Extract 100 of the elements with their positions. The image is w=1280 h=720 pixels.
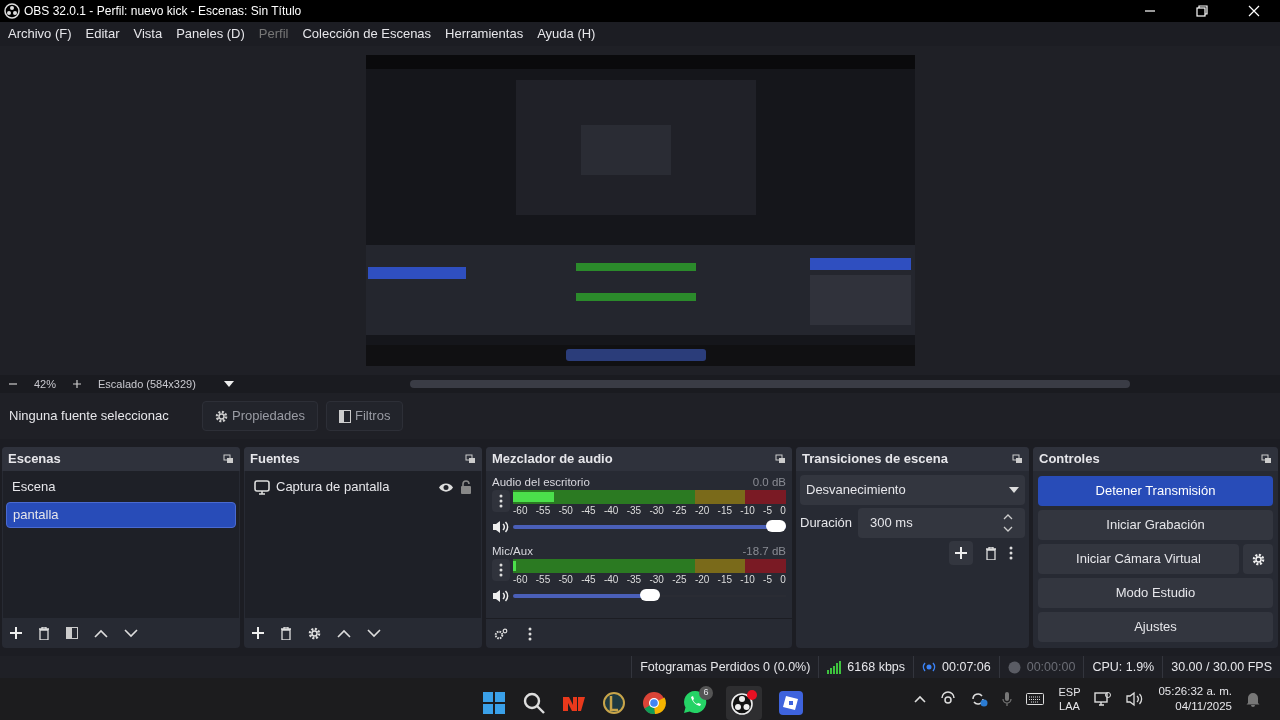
trash-icon[interactable] bbox=[985, 546, 997, 560]
panel-title: Fuentes bbox=[250, 450, 300, 469]
filter-icon[interactable] bbox=[66, 627, 78, 639]
control-button[interactable]: Iniciar Grabación bbox=[1038, 510, 1273, 540]
undock-icon[interactable] bbox=[1261, 454, 1272, 464]
speaker-icon[interactable] bbox=[492, 589, 510, 603]
search-icon[interactable] bbox=[523, 692, 545, 714]
move-up-icon[interactable] bbox=[94, 628, 108, 638]
scale-label: 0 bbox=[780, 573, 786, 586]
bell-icon[interactable] bbox=[1246, 691, 1260, 707]
scale-label: -50 bbox=[558, 573, 573, 586]
scale-label: -50 bbox=[558, 504, 573, 517]
undock-icon[interactable] bbox=[465, 454, 476, 464]
menu-item[interactable]: Ayuda (H) bbox=[537, 24, 596, 44]
more-options-icon bbox=[499, 494, 503, 508]
trash-icon[interactable] bbox=[280, 626, 292, 640]
keyboard-icon[interactable] bbox=[1026, 693, 1045, 705]
roblox-icon[interactable] bbox=[779, 691, 803, 715]
scale-label: -55 bbox=[535, 573, 551, 586]
channel-menu-button[interactable] bbox=[492, 490, 510, 512]
scene-item[interactable]: Escena bbox=[6, 474, 236, 500]
menu-item[interactable]: Vista bbox=[133, 24, 163, 44]
panel-title: Transiciones de escena bbox=[802, 450, 948, 469]
undock-icon[interactable] bbox=[775, 454, 786, 464]
add-icon[interactable] bbox=[10, 627, 22, 639]
chrome-icon[interactable] bbox=[642, 691, 666, 715]
scale-label: -30 bbox=[649, 573, 664, 586]
add-icon[interactable] bbox=[252, 627, 264, 639]
undock-icon[interactable] bbox=[223, 454, 234, 464]
add-transition-button[interactable] bbox=[949, 541, 973, 565]
speaker-icon[interactable] bbox=[492, 520, 510, 534]
speaker-icon[interactable] bbox=[1126, 691, 1145, 707]
scale-label: -25 bbox=[672, 504, 687, 517]
gear-icon bbox=[1251, 552, 1265, 566]
slider-thumb[interactable] bbox=[639, 589, 660, 601]
network-icon[interactable] bbox=[1094, 691, 1113, 707]
menu-item[interactable]: Herramientas bbox=[445, 24, 524, 44]
taskbar-app-button[interactable] bbox=[726, 686, 762, 720]
channel-name: Audio del escritorio bbox=[492, 475, 590, 490]
more-options-icon[interactable] bbox=[528, 626, 532, 641]
dropdown-caret-icon bbox=[1009, 487, 1019, 493]
scale-label: -5 bbox=[763, 504, 772, 517]
restore-icon[interactable] bbox=[1196, 5, 1208, 17]
control-button[interactable]: Ajustes bbox=[1038, 612, 1273, 642]
menu-item[interactable]: Paneles (D) bbox=[176, 24, 245, 44]
microphone-icon[interactable] bbox=[1002, 691, 1013, 707]
scale-label: -15 bbox=[717, 504, 733, 517]
control-button[interactable]: Iniciar Cámara Virtual bbox=[1038, 544, 1239, 574]
duration-field[interactable]: 300 ms bbox=[858, 508, 1025, 538]
eye-icon[interactable] bbox=[438, 481, 454, 493]
slider-thumb[interactable] bbox=[766, 520, 786, 532]
scene-item[interactable]: pantalla bbox=[6, 502, 236, 528]
app-logo-icon bbox=[4, 3, 20, 19]
settings-icon[interactable] bbox=[308, 626, 321, 640]
spinner-arrows-icon bbox=[1003, 512, 1013, 534]
scale-label: -55 bbox=[535, 504, 551, 517]
more-options-icon bbox=[499, 563, 503, 577]
language-indicator[interactable]: ESP LAA bbox=[1058, 685, 1081, 713]
horizontal-scrollbar[interactable] bbox=[409, 380, 1130, 388]
whatsapp-icon[interactable] bbox=[683, 690, 707, 714]
obs-icon bbox=[730, 690, 758, 716]
volume-reading: 0.0 dB bbox=[752, 475, 786, 490]
caret-up-icon[interactable] bbox=[914, 695, 927, 703]
control-button[interactable]: Detener Transmisión bbox=[1038, 476, 1273, 506]
frame-rate: 30.00 / 30.00 FPS bbox=[1171, 658, 1272, 676]
channel-menu-button[interactable] bbox=[492, 559, 510, 581]
undock-icon[interactable] bbox=[1012, 454, 1023, 464]
bitrate: 6168 kbps bbox=[847, 658, 906, 676]
close-icon[interactable] bbox=[1248, 5, 1260, 17]
game-icon[interactable] bbox=[603, 691, 625, 715]
scale-label: -60 bbox=[513, 573, 528, 586]
dropdown-caret-icon[interactable] bbox=[223, 380, 234, 388]
gears-icon[interactable] bbox=[494, 627, 508, 640]
clock[interactable]: 05:26:32 a. m. 04/11/2025 bbox=[1158, 684, 1232, 714]
menu-item[interactable]: Archivo (F) bbox=[8, 24, 72, 44]
sync-icon[interactable] bbox=[970, 691, 989, 707]
move-down-icon[interactable] bbox=[367, 628, 381, 638]
scale-label: -20 bbox=[694, 504, 710, 517]
circle-arcs-icon[interactable] bbox=[940, 691, 957, 707]
volume-slider[interactable] bbox=[513, 520, 786, 534]
properties-button[interactable]: Propiedades bbox=[202, 401, 318, 431]
scale-label: -40 bbox=[603, 573, 619, 586]
lock-icon[interactable] bbox=[460, 480, 472, 494]
selected-source-label: Ninguna fuente seleccionac bbox=[9, 407, 170, 426]
windows-start-icon[interactable] bbox=[482, 691, 506, 715]
trash-icon[interactable] bbox=[38, 626, 50, 640]
move-up-icon[interactable] bbox=[337, 628, 351, 638]
zoom-in-icon[interactable] bbox=[72, 379, 83, 389]
volume-reading: -18.7 dB bbox=[742, 544, 786, 559]
scale-label: 0 bbox=[780, 504, 786, 517]
menu-item[interactable]: Colección de Escenas bbox=[302, 24, 432, 44]
menu-item[interactable]: Editar bbox=[85, 24, 120, 44]
more-options-icon[interactable] bbox=[1009, 546, 1013, 560]
filters-button[interactable]: Filtros bbox=[326, 401, 404, 431]
cpu-usage: CPU: 1.9% bbox=[1092, 658, 1155, 676]
control-button[interactable]: Modo Estudio bbox=[1038, 578, 1273, 608]
virtual-camera-settings-button[interactable] bbox=[1243, 544, 1273, 574]
transition-dropdown[interactable]: Desvanecimiento bbox=[800, 475, 1025, 505]
move-down-icon[interactable] bbox=[124, 628, 138, 638]
source-item[interactable]: Captura de pantalla bbox=[276, 477, 432, 497]
